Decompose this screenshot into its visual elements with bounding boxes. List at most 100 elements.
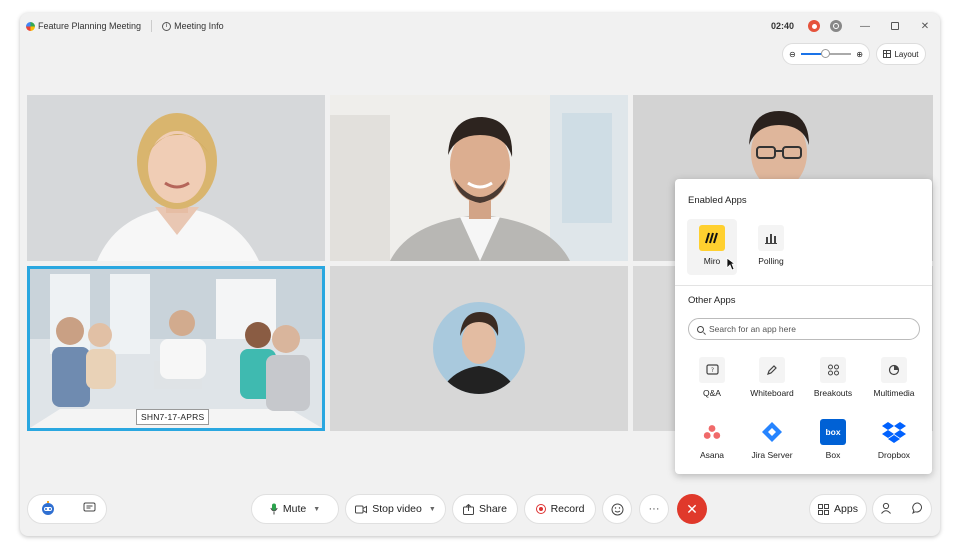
app-breakouts[interactable]: Breakouts xyxy=(811,357,855,398)
stop-video-label: Stop video xyxy=(372,503,422,515)
more-icon: ··· xyxy=(648,503,660,515)
person-icon xyxy=(881,502,892,514)
mouse-cursor-icon xyxy=(726,257,736,271)
jira-icon xyxy=(759,419,785,445)
breakouts-icon xyxy=(820,357,846,383)
dropbox-icon xyxy=(881,419,907,445)
app-whiteboard[interactable]: Whiteboard xyxy=(750,357,794,398)
zoom-slider-fill xyxy=(800,53,821,55)
title-bar: Feature Planning Meeting i Meeting Info … xyxy=(20,13,940,39)
enabled-apps-title: Enabled Apps xyxy=(688,195,747,206)
app-qa[interactable]: ? Q&A xyxy=(690,357,734,398)
stop-video-button[interactable]: Stop video ▼ xyxy=(345,494,446,524)
miro-icon xyxy=(699,225,725,251)
meeting-window: Feature Planning Meeting i Meeting Info … xyxy=(20,13,940,536)
asana-icon xyxy=(699,419,725,445)
participant-video-bottom-center[interactable] xyxy=(330,266,628,431)
svg-text:box: box xyxy=(825,427,840,437)
end-call-button[interactable]: ✕ xyxy=(677,494,707,524)
microphone-icon xyxy=(270,503,278,515)
app-label: Box xyxy=(825,450,841,460)
ai-assistant-icon xyxy=(41,500,54,515)
app-label: Whiteboard xyxy=(750,388,794,398)
zoom-in-icon[interactable]: ⊕ xyxy=(856,50,863,59)
multimedia-icon xyxy=(881,357,907,383)
apps-panel: Enabled Apps Miro Polling Other Apps ? xyxy=(675,179,932,474)
security-indicator-icon[interactable] xyxy=(830,20,842,32)
grid-layout-icon xyxy=(883,50,892,58)
share-button[interactable]: Share xyxy=(452,494,518,524)
minimize-button[interactable]: — xyxy=(858,19,872,33)
app-box[interactable]: box Box xyxy=(811,419,855,460)
chevron-down-icon[interactable]: ▼ xyxy=(429,506,436,513)
participants-button[interactable] xyxy=(880,502,892,517)
meeting-title[interactable]: Feature Planning Meeting xyxy=(26,21,151,31)
layout-label: Layout xyxy=(894,49,919,59)
app-dropbox[interactable]: Dropbox xyxy=(872,419,916,460)
maximize-button[interactable] xyxy=(888,19,902,33)
people-chat-group xyxy=(872,494,932,524)
participant-video-bottom-left-active-speaker[interactable]: SHN7-17-APRS xyxy=(27,266,325,431)
meeting-logo-icon xyxy=(26,21,35,31)
zoom-slider[interactable] xyxy=(800,49,852,58)
record-button[interactable]: Record xyxy=(524,494,596,524)
share-label: Share xyxy=(478,503,508,515)
other-apps-title: Other Apps xyxy=(688,295,736,306)
participant-video-top-left[interactable] xyxy=(27,95,325,261)
box-icon: box xyxy=(820,419,846,445)
zoom-out-icon[interactable]: ⊖ xyxy=(789,50,796,59)
participant-name-tag: SHN7-17-APRS xyxy=(136,409,210,425)
participant-video-top-center[interactable] xyxy=(330,95,628,261)
whiteboard-icon xyxy=(759,357,785,383)
meeting-info-button[interactable]: i Meeting Info xyxy=(162,21,234,31)
zoom-slider-handle[interactable] xyxy=(820,49,830,58)
app-polling[interactable]: Polling xyxy=(749,225,793,266)
qa-icon: ? xyxy=(699,357,725,383)
record-label: Record xyxy=(550,503,585,515)
participant-portrait xyxy=(330,95,628,261)
video-camera-icon xyxy=(355,505,368,513)
captions-button[interactable] xyxy=(83,502,96,517)
smiley-icon xyxy=(611,503,623,515)
app-label: Q&A xyxy=(703,388,721,398)
search-icon xyxy=(697,325,704,333)
apps-button[interactable]: Apps xyxy=(809,494,867,524)
divider xyxy=(675,285,932,286)
app-search-input[interactable] xyxy=(709,324,909,334)
captions-icon xyxy=(83,502,95,511)
reactions-button[interactable] xyxy=(602,494,632,524)
more-options-button[interactable]: ··· xyxy=(639,494,669,524)
polling-icon xyxy=(758,225,784,251)
zoom-control[interactable]: ⊖ ⊕ xyxy=(782,43,870,65)
participant-avatar xyxy=(330,266,628,431)
app-label: Jira Server xyxy=(751,450,793,460)
participant-portrait xyxy=(27,95,325,261)
meeting-info-label: Meeting Info xyxy=(174,21,224,31)
divider xyxy=(151,20,153,32)
app-label: Asana xyxy=(699,450,725,460)
mute-label: Mute xyxy=(282,503,307,515)
ai-assistant-button[interactable] xyxy=(39,499,57,520)
app-label: Breakouts xyxy=(813,388,853,398)
chat-button[interactable] xyxy=(911,501,924,517)
app-label: Polling xyxy=(758,256,784,266)
close-window-button[interactable]: ✕ xyxy=(918,19,932,33)
app-multimedia[interactable]: Multimedia xyxy=(872,357,916,398)
mute-button[interactable]: Mute ▼ xyxy=(251,494,339,524)
app-jira-server[interactable]: Jira Server xyxy=(750,419,794,460)
assistant-group xyxy=(27,494,107,524)
share-icon xyxy=(462,503,474,515)
app-label: Dropbox xyxy=(877,450,911,460)
conference-room-image xyxy=(30,269,322,428)
maximize-icon xyxy=(891,22,899,30)
layout-button[interactable]: Layout xyxy=(876,43,926,65)
chevron-down-icon[interactable]: ▼ xyxy=(313,506,320,513)
info-icon: i xyxy=(162,21,172,31)
app-search-field[interactable] xyxy=(688,318,920,340)
record-icon xyxy=(535,504,546,514)
recording-indicator-icon[interactable] xyxy=(808,20,820,32)
chat-bubble-icon xyxy=(911,501,922,514)
apps-label: Apps xyxy=(834,503,858,515)
app-asana[interactable]: Asana xyxy=(690,419,734,460)
svg-text:?: ? xyxy=(710,367,713,374)
